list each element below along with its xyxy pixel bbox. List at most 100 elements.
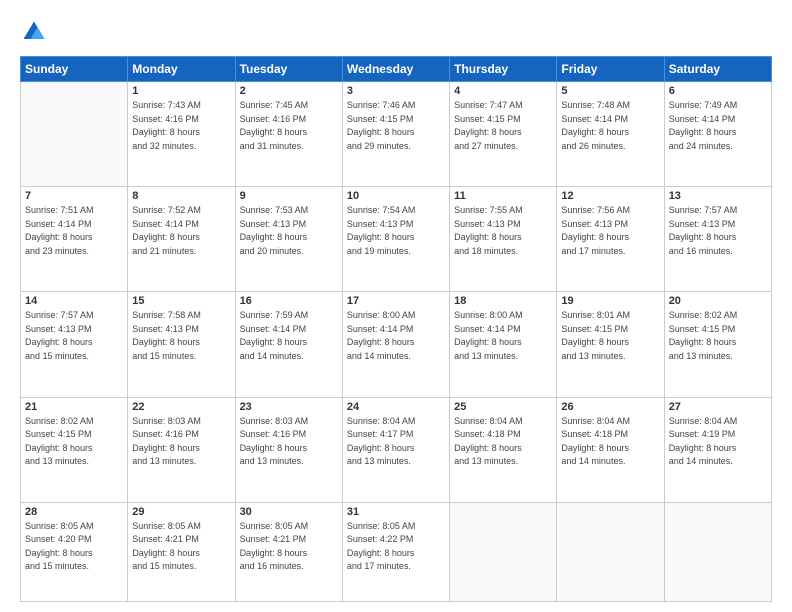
sunrise-text: Sunrise: 7:52 AM	[132, 205, 201, 215]
day-number: 20	[669, 295, 767, 307]
table-cell	[450, 502, 557, 601]
table-cell: 5Sunrise: 7:48 AMSunset: 4:14 PMDaylight…	[557, 82, 664, 187]
day-number: 25	[454, 401, 552, 413]
daylight-text-2: and 18 minutes.	[454, 246, 518, 256]
table-cell: 25 Sunrise: 8:04 AMSunset: 4:18 PMDayligh…	[450, 397, 557, 502]
table-cell: 28Sunrise: 8:05 AMSunset: 4:20 PMDayligh…	[21, 502, 128, 601]
col-monday: Monday	[128, 57, 235, 82]
daylight-text-2: and 13 minutes.	[454, 351, 518, 361]
daylight-text: Daylight: 8 hours	[132, 548, 200, 558]
day-info: Sunrise: 8:04 AMSunset: 4:18 PMDaylight:…	[561, 415, 659, 469]
table-cell: 3Sunrise: 7:46 AMSunset: 4:15 PMDaylight…	[342, 82, 449, 187]
daylight-text: Daylight: 8 hours	[347, 548, 415, 558]
day-number: 29	[132, 506, 230, 518]
day-info: Sunrise: 8:05 AMSunset: 4:21 PMDaylight:…	[132, 520, 230, 574]
day-number: 5	[561, 85, 659, 97]
calendar-week-row: 7Sunrise: 7:51 AMSunset: 4:14 PMDaylight…	[21, 187, 772, 292]
daylight-text: Daylight: 8 hours	[669, 232, 737, 242]
table-cell: 22Sunrise: 8:03 AMSunset: 4:16 PMDayligh…	[128, 397, 235, 502]
sunrise-text: Sunrise: 8:04 AM	[561, 416, 630, 426]
table-cell: 27Sunrise: 8:04 AMSunset: 4:19 PMDayligh…	[664, 397, 771, 502]
sunrise-text: Sunrise: 8:02 AM	[25, 416, 94, 426]
sunrise-text: Sunrise: 8:00 AM	[347, 310, 416, 320]
sunset-text: Sunset: 4:18 PM	[561, 429, 628, 439]
day-number: 3	[347, 85, 445, 97]
day-info: Sunrise: 8:00 AMSunset: 4:14 PMDaylight:…	[347, 309, 445, 363]
day-info: Sunrise: 7:51 AMSunset: 4:14 PMDaylight:…	[25, 204, 123, 258]
table-cell	[664, 502, 771, 601]
day-info: Sunrise: 7:55 AMSunset: 4:13 PMDaylight:…	[454, 204, 552, 258]
daylight-text-2: and 13 minutes.	[25, 456, 89, 466]
sunrise-text: Sunrise: 7:58 AM	[132, 310, 201, 320]
sunrise-text: Sunrise: 8:04 AM	[454, 416, 523, 426]
sunrise-text: Sunrise: 7:57 AM	[669, 205, 738, 215]
daylight-text: Daylight: 8 hours	[454, 337, 522, 347]
day-number: 19	[561, 295, 659, 307]
daylight-text: Daylight: 8 hours	[132, 337, 200, 347]
daylight-text: Daylight: 8 hours	[561, 127, 629, 137]
day-info: Sunrise: 7:43 AMSunset: 4:16 PMDaylight:…	[132, 99, 230, 153]
sunrise-text: Sunrise: 7:57 AM	[25, 310, 94, 320]
daylight-text-2: and 32 minutes.	[132, 141, 196, 151]
day-number: 8	[132, 190, 230, 202]
day-info: Sunrise: 8:05 AMSunset: 4:20 PMDaylight:…	[25, 520, 123, 574]
daylight-text: Daylight: 8 hours	[347, 127, 415, 137]
day-info: Sunrise: 7:58 AMSunset: 4:13 PMDaylight:…	[132, 309, 230, 363]
table-cell: 13Sunrise: 7:57 AMSunset: 4:13 PMDayligh…	[664, 187, 771, 292]
sunrise-text: Sunrise: 7:56 AM	[561, 205, 630, 215]
daylight-text-2: and 15 minutes.	[132, 561, 196, 571]
sunset-text: Sunset: 4:20 PM	[25, 534, 92, 544]
sunrise-text: Sunrise: 8:02 AM	[669, 310, 738, 320]
table-cell: 2Sunrise: 7:45 AMSunset: 4:16 PMDaylight…	[235, 82, 342, 187]
day-number: 18	[454, 295, 552, 307]
sunset-text: Sunset: 4:13 PM	[454, 219, 521, 229]
daylight-text: Daylight: 8 hours	[25, 232, 93, 242]
daylight-text: Daylight: 8 hours	[347, 443, 415, 453]
col-saturday: Saturday	[664, 57, 771, 82]
day-info: Sunrise: 8:05 AMSunset: 4:22 PMDaylight:…	[347, 520, 445, 574]
sunset-text: Sunset: 4:14 PM	[25, 219, 92, 229]
sunset-text: Sunset: 4:14 PM	[454, 324, 521, 334]
day-number: 27	[669, 401, 767, 413]
sunset-text: Sunset: 4:13 PM	[561, 219, 628, 229]
daylight-text: Daylight: 8 hours	[240, 443, 308, 453]
sunset-text: Sunset: 4:16 PM	[240, 114, 307, 124]
daylight-text-2: and 13 minutes.	[347, 456, 411, 466]
sunrise-text: Sunrise: 7:43 AM	[132, 100, 201, 110]
table-cell: 31Sunrise: 8:05 AMSunset: 4:22 PMDayligh…	[342, 502, 449, 601]
daylight-text-2: and 13 minutes.	[454, 456, 518, 466]
table-cell: 9Sunrise: 7:53 AMSunset: 4:13 PMDaylight…	[235, 187, 342, 292]
daylight-text-2: and 14 minutes.	[240, 351, 304, 361]
sunset-text: Sunset: 4:15 PM	[25, 429, 92, 439]
day-info: Sunrise: 7:56 AM Sunset: 4:13 PM Daylight:…	[561, 204, 659, 258]
day-number: 12	[561, 190, 659, 202]
table-cell: 4Sunrise: 7:47 AMSunset: 4:15 PMDaylight…	[450, 82, 557, 187]
sunset-text: Sunset: 4:14 PM	[132, 219, 199, 229]
daylight-text-2: and 14 minutes.	[347, 351, 411, 361]
day-info: Sunrise: 7:53 AMSunset: 4:13 PMDaylight:…	[240, 204, 338, 258]
calendar-week-row: 14Sunrise: 7:57 AMSunset: 4:13 PMDayligh…	[21, 292, 772, 397]
daylight-text-2: and 19 minutes.	[347, 246, 411, 256]
sunset-text: Sunset: 4:14 PM	[240, 324, 307, 334]
sunrise-text: Sunrise: 7:47 AM	[454, 100, 523, 110]
daylight-text: Daylight: 8 hours	[240, 232, 308, 242]
day-info: Sunrise: 8:02 AMSunset: 4:15 PMDaylight:…	[669, 309, 767, 363]
daylight-text-2: and 14 minutes.	[669, 456, 733, 466]
daylight-text-2: and 15 minutes.	[25, 561, 89, 571]
sunrise-text: Sunrise: 7:49 AM	[669, 100, 738, 110]
day-info: Sunrise: 7:59 AMSunset: 4:14 PMDaylight:…	[240, 309, 338, 363]
sunset-text: Sunset: 4:13 PM	[669, 219, 736, 229]
day-info: Sunrise: 7:57 AM Sunset: 4:13 PM Daylight:…	[669, 204, 767, 258]
col-sunday: Sunday	[21, 57, 128, 82]
day-info: Sunrise: 7:47 AMSunset: 4:15 PMDaylight:…	[454, 99, 552, 153]
logo	[20, 18, 52, 46]
day-info: Sunrise: 8:04 AMSunset: 4:18 PMDaylight:…	[454, 415, 552, 469]
daylight-text-2: and 16 minutes.	[240, 561, 304, 571]
sunset-text: Sunset: 4:14 PM	[669, 114, 736, 124]
daylight-text: Daylight: 8 hours	[561, 232, 629, 242]
day-info: Sunrise: 7:45 AMSunset: 4:16 PMDaylight:…	[240, 99, 338, 153]
daylight-text-2: and 17 minutes.	[561, 246, 625, 256]
sunrise-text: Sunrise: 8:04 AM	[669, 416, 738, 426]
sunrise-text: Sunrise: 8:04 AM	[347, 416, 416, 426]
daylight-text-2: and 29 minutes.	[347, 141, 411, 151]
